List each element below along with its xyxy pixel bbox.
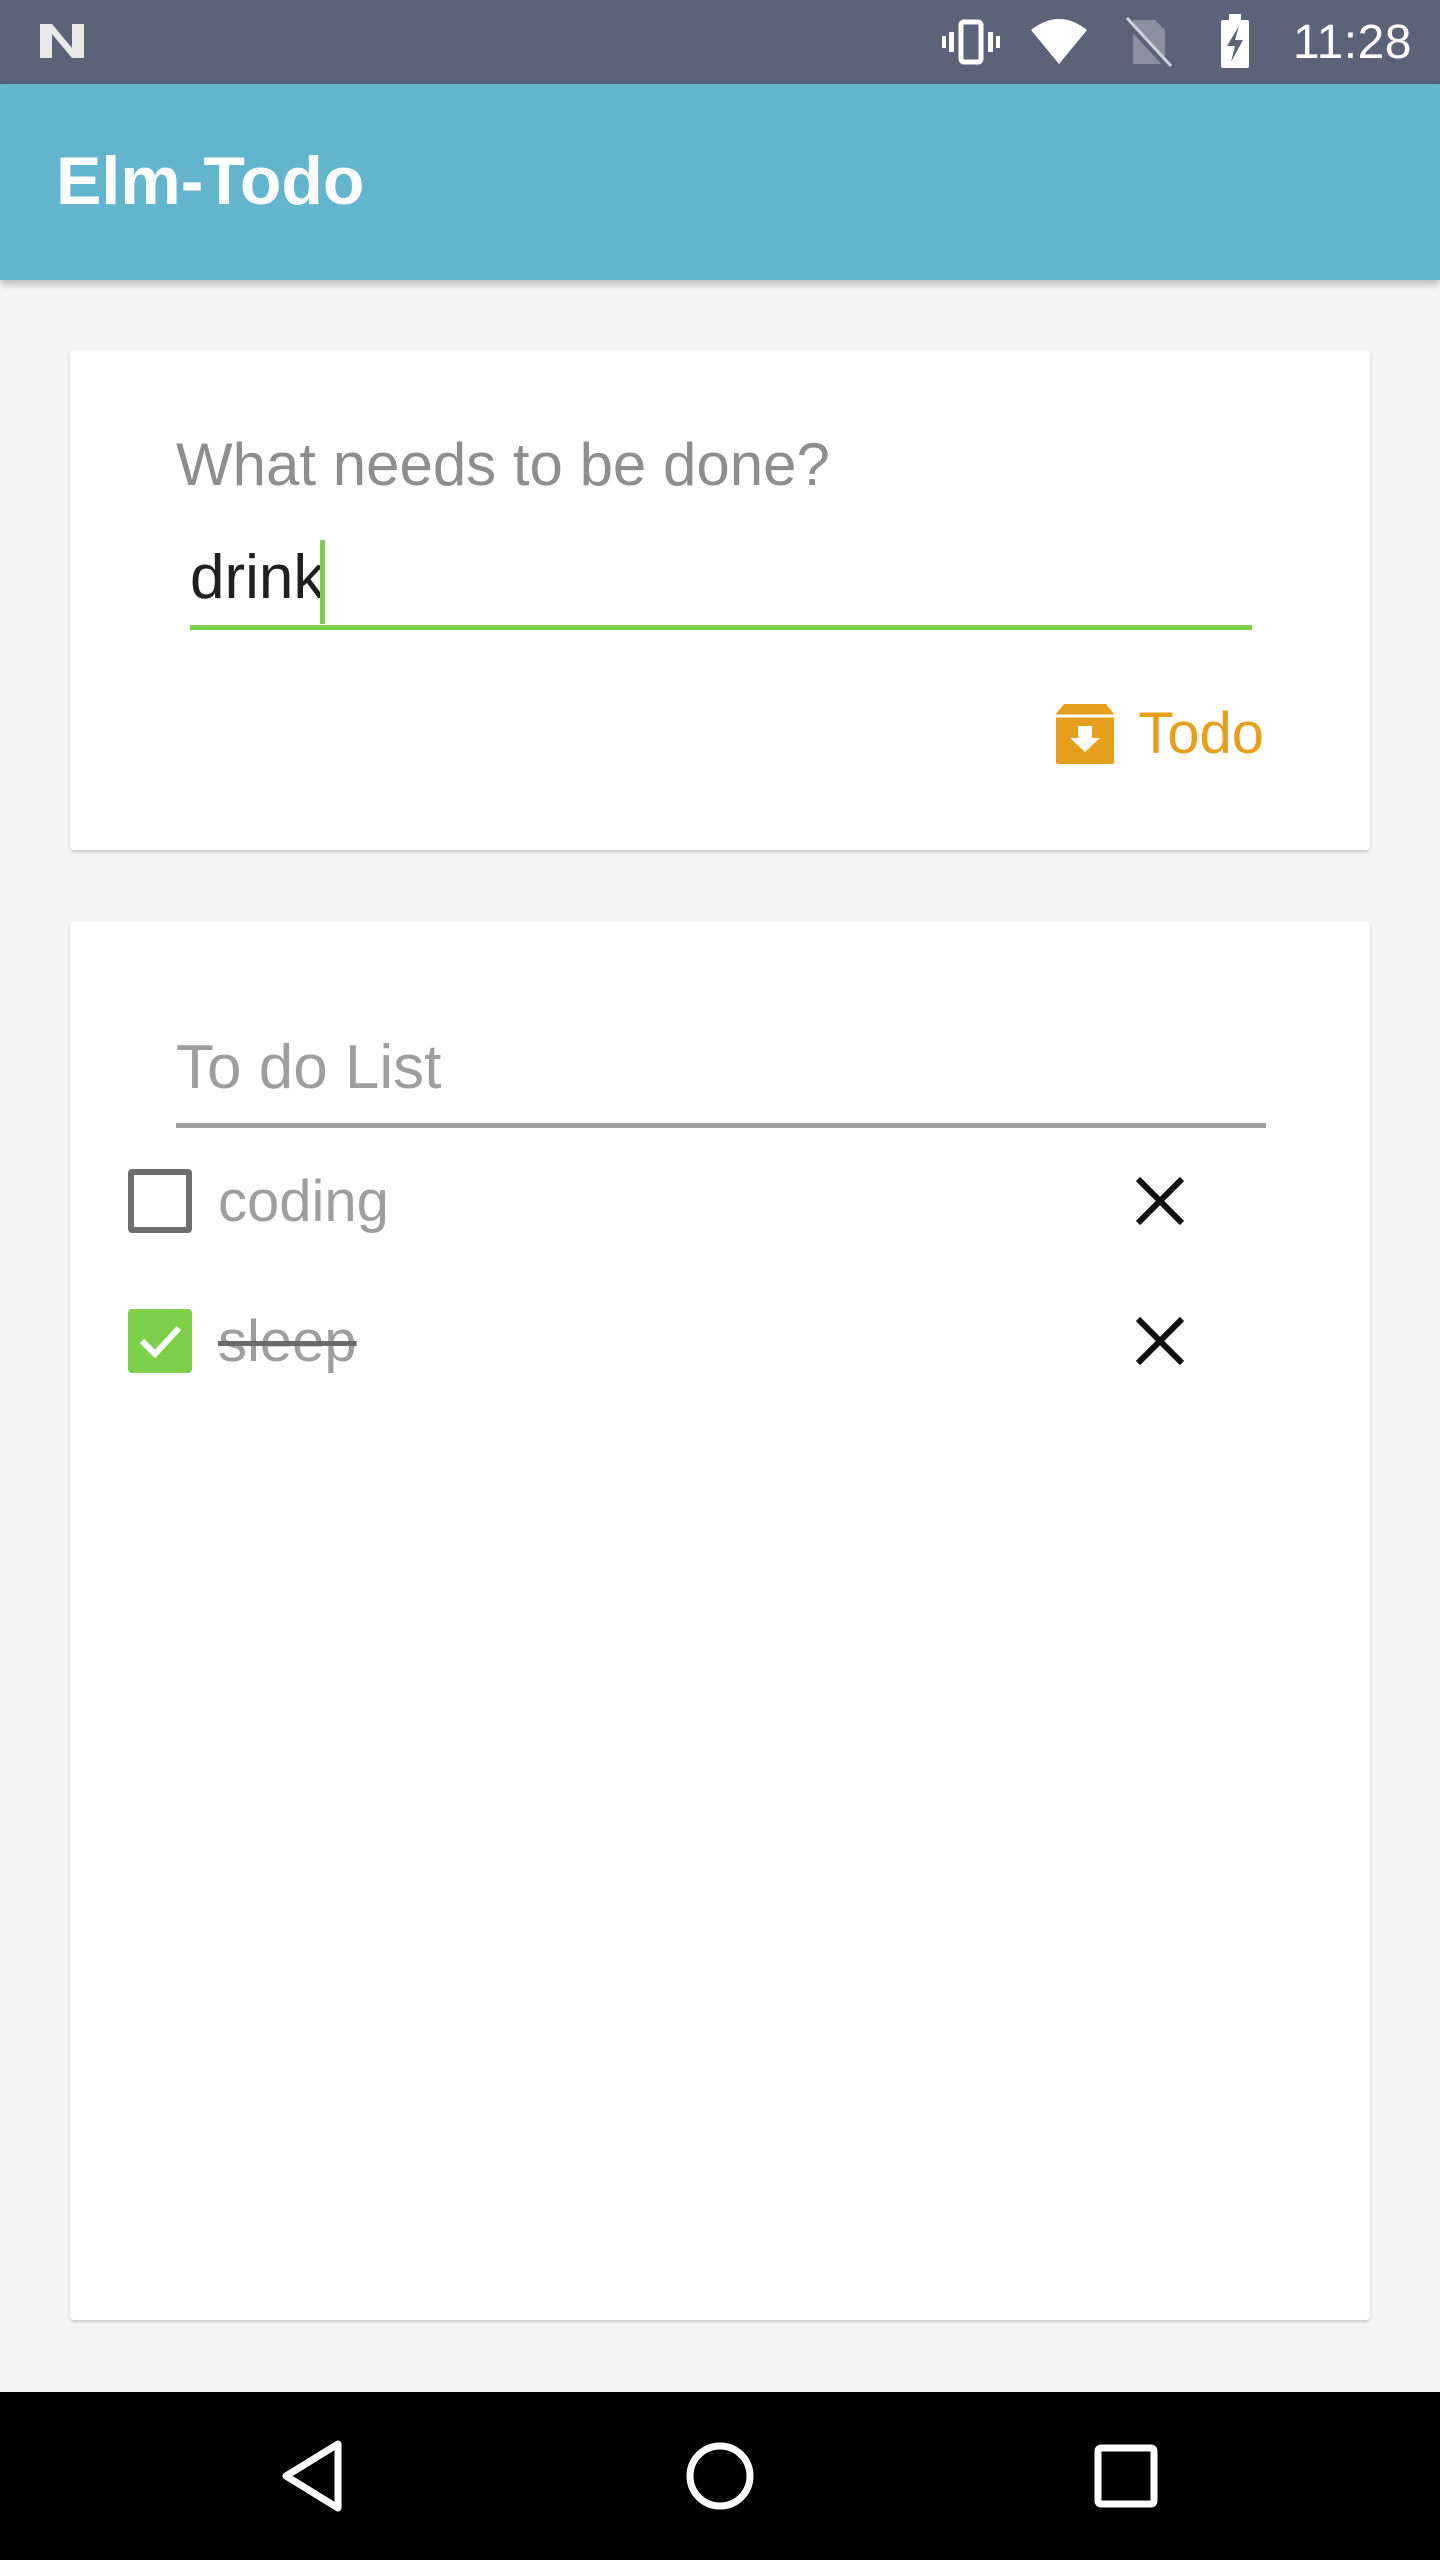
todo-text: sleep: [218, 1308, 357, 1374]
todo-text: coding: [218, 1168, 389, 1234]
archive-down-icon: [1056, 703, 1115, 764]
checkmark-icon: [139, 1325, 182, 1359]
new-todo-card: What needs to be done? Todo: [70, 350, 1370, 850]
vibrate-icon: [941, 19, 1000, 65]
wifi-icon: [1030, 19, 1087, 64]
home-icon[interactable]: [678, 2434, 762, 2518]
todo-list-card: To do List: [70, 922, 1370, 2320]
todo-checkbox[interactable]: [128, 1309, 192, 1373]
app-title: Elm-Todo: [56, 143, 365, 219]
close-icon[interactable]: [1132, 1173, 1188, 1229]
text-cursor: [320, 540, 325, 624]
new-todo-input[interactable]: [190, 530, 1252, 630]
status-clock: 11:28: [1292, 15, 1412, 69]
navigation-bar: [0, 2392, 1440, 2560]
todo-list-title: To do List: [176, 1032, 1266, 1128]
no-sim-icon: [1122, 16, 1173, 71]
add-todo-button[interactable]: Todo: [1054, 700, 1264, 767]
list-item: coding: [128, 1146, 1188, 1256]
status-icons: 11:28: [941, 0, 1412, 84]
recents-icon[interactable]: [1084, 2434, 1168, 2518]
back-icon[interactable]: [272, 2434, 356, 2518]
todo-checkbox[interactable]: [128, 1169, 192, 1233]
notification-n-icon: [40, 24, 84, 58]
close-icon[interactable]: [1132, 1313, 1188, 1369]
battery-charging-icon: [1220, 14, 1249, 68]
list-item: sleep: [128, 1286, 1188, 1396]
add-todo-label: Todo: [1138, 701, 1264, 766]
new-todo-label: What needs to be done?: [176, 431, 830, 498]
status-bar: 11:28: [0, 0, 1440, 84]
app-bar: Elm-Todo: [0, 84, 1440, 280]
